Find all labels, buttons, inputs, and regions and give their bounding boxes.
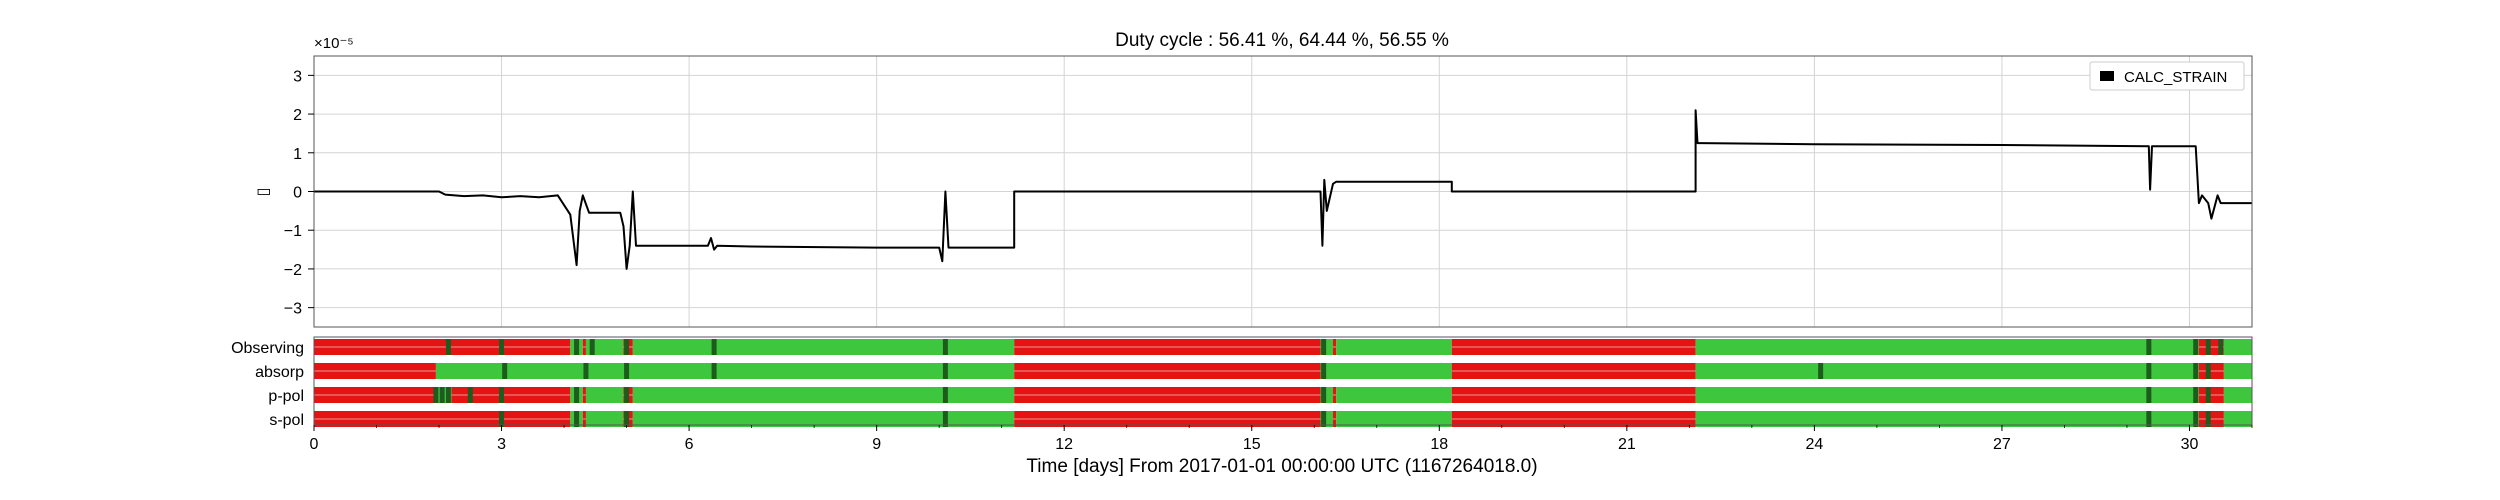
state-marker xyxy=(433,387,439,403)
state-marker xyxy=(2205,387,2211,403)
x-tick-label: 18 xyxy=(1430,436,1448,453)
y-axis-label: ▯ xyxy=(255,188,272,197)
state-marker xyxy=(499,339,505,355)
state-row-label: p-pol xyxy=(268,388,304,405)
state-segment-active xyxy=(1336,387,1452,403)
state-segment-active xyxy=(1695,387,2199,403)
state-marker xyxy=(624,363,630,379)
state-marker xyxy=(2193,363,2199,379)
state-segment-active xyxy=(585,387,624,403)
chart-title: Duty cycle : 56.41 %, 64.44 %, 56.55 % xyxy=(1115,30,1449,51)
state-marker xyxy=(2218,339,2224,355)
state-row-label: Observing xyxy=(231,340,304,357)
state-marker xyxy=(445,387,451,403)
y-tick-label: 3 xyxy=(293,68,302,85)
x-tick-label: 0 xyxy=(310,436,319,453)
state-row-label: s-pol xyxy=(269,412,304,429)
y-tick-label: −1 xyxy=(284,223,302,240)
state-marker xyxy=(499,387,505,403)
state-marker xyxy=(2193,339,2199,355)
x-tick-label: 30 xyxy=(2181,436,2199,453)
state-marker xyxy=(2146,363,2152,379)
state-segment-active xyxy=(1336,339,1452,355)
state-segment-active xyxy=(435,363,1015,379)
state-segment-active xyxy=(1695,339,2199,355)
state-marker xyxy=(711,339,717,355)
x-tick-label: 6 xyxy=(685,436,694,453)
state-marker xyxy=(942,387,948,403)
state-segment-active xyxy=(2223,387,2252,403)
state-segment-active xyxy=(1695,363,2199,379)
state-marker xyxy=(467,387,473,403)
state-segment-active xyxy=(2223,363,2252,379)
state-marker xyxy=(2205,339,2211,355)
state-marker xyxy=(942,339,948,355)
state-segment-active xyxy=(2223,339,2252,355)
y-axis-multiplier: ×10⁻⁵ xyxy=(314,35,354,52)
state-marker xyxy=(574,339,580,355)
state-marker xyxy=(1321,387,1327,403)
y-tick-label: −3 xyxy=(284,301,302,318)
x-tick-label: 12 xyxy=(1055,436,1073,453)
chart: Duty cycle : 56.41 %, 64.44 %, 56.55 % −… xyxy=(0,0,2500,500)
state-segment-active xyxy=(632,339,1015,355)
x-tick-label: 15 xyxy=(1243,436,1261,453)
y-tick-label: 0 xyxy=(293,185,302,202)
state-marker xyxy=(439,387,445,403)
state-marker xyxy=(942,363,948,379)
state-segment-active xyxy=(632,387,1015,403)
state-marker xyxy=(445,339,451,355)
state-marker xyxy=(1321,339,1327,355)
legend-swatch-calc-strain xyxy=(2100,71,2114,81)
x-axis-label: Time [days] From 2017-01-01 00:00:00 UTC… xyxy=(1026,456,1537,477)
state-marker xyxy=(624,387,630,403)
x-tick-label: 24 xyxy=(1805,436,1823,453)
state-marker xyxy=(589,339,595,355)
state-marker xyxy=(583,363,589,379)
x-tick-label: 3 xyxy=(497,436,506,453)
x-tick-label: 27 xyxy=(1993,436,2011,453)
state-marker xyxy=(624,339,630,355)
state-marker xyxy=(1818,363,1824,379)
state-marker xyxy=(2146,387,2152,403)
state-marker xyxy=(502,363,508,379)
y-tick-label: 2 xyxy=(293,107,302,124)
state-segment-active xyxy=(1320,363,1452,379)
x-tick-label: 21 xyxy=(1618,436,1636,453)
state-marker xyxy=(2146,339,2152,355)
state-marker xyxy=(574,387,580,403)
x-tick-label: 9 xyxy=(872,436,881,453)
state-marker xyxy=(1321,363,1327,379)
main-plot: −3 −2 −1 0 1 2 3 ×10⁻⁵ ▯ CALC_STRAIN xyxy=(255,35,2253,328)
legend-label-calc-strain: CALC_STRAIN xyxy=(2124,69,2227,86)
state-marker xyxy=(2193,387,2199,403)
state-marker xyxy=(2205,363,2211,379)
state-marker xyxy=(711,363,717,379)
state-row-label: absorp xyxy=(255,364,304,381)
legend: CALC_STRAIN xyxy=(2089,61,2245,91)
y-tick-label: −2 xyxy=(284,262,302,279)
y-tick-label: 1 xyxy=(293,146,302,163)
